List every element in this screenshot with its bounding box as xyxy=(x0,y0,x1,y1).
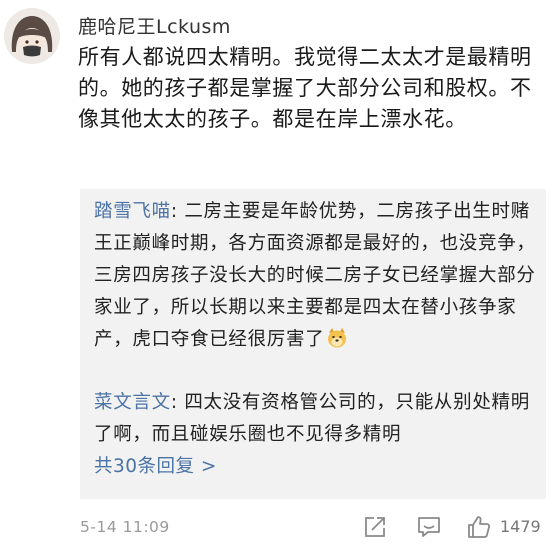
reply-separator: : xyxy=(170,201,185,222)
reply-item[interactable]: 菜文言文: 四太没有资格管公司的，只能从别处精明了啊，而且碰娱乐圈也不见得多精明 xyxy=(94,387,536,451)
share-icon[interactable] xyxy=(362,514,388,540)
reply-separator: : xyxy=(170,392,185,413)
reply-author[interactable]: 菜文言文 xyxy=(94,392,171,413)
avatar[interactable] xyxy=(4,8,60,64)
doge-emoji-icon xyxy=(326,327,348,349)
avatar-image xyxy=(4,8,60,64)
view-more-replies-link[interactable]: 共30条回复 > xyxy=(94,452,217,478)
reply-text: 二房主要是年龄优势，二房孩子出生时赌王正巅峰时期，各方面资源都是最好的，也没竞争… xyxy=(94,201,536,350)
like-count[interactable]: 1479 xyxy=(500,517,541,536)
post-footer: 5-14 11:09 1479 xyxy=(0,508,554,548)
reply-author[interactable]: 踏雪飞喵 xyxy=(94,201,171,222)
post-text: 所有人都说四太精明。我觉得二太太才是最精明的。她的孩子都是掌握了大部分公司和股权… xyxy=(78,45,532,131)
reply-item[interactable]: 踏雪飞喵: 二房主要是年龄优势，二房孩子出生时赌王正巅峰时期，各方面资源都是最好… xyxy=(94,196,536,356)
post-username[interactable]: 鹿哈尼王Lckusm xyxy=(78,12,231,39)
post-timestamp: 5-14 11:09 xyxy=(80,518,170,536)
comment-icon[interactable] xyxy=(416,514,442,540)
thumbs-up-icon[interactable] xyxy=(466,514,492,540)
replies-panel: 踏雪飞喵: 二房主要是年龄优势，二房孩子出生时赌王正巅峰时期，各方面资源都是最好… xyxy=(80,189,546,499)
